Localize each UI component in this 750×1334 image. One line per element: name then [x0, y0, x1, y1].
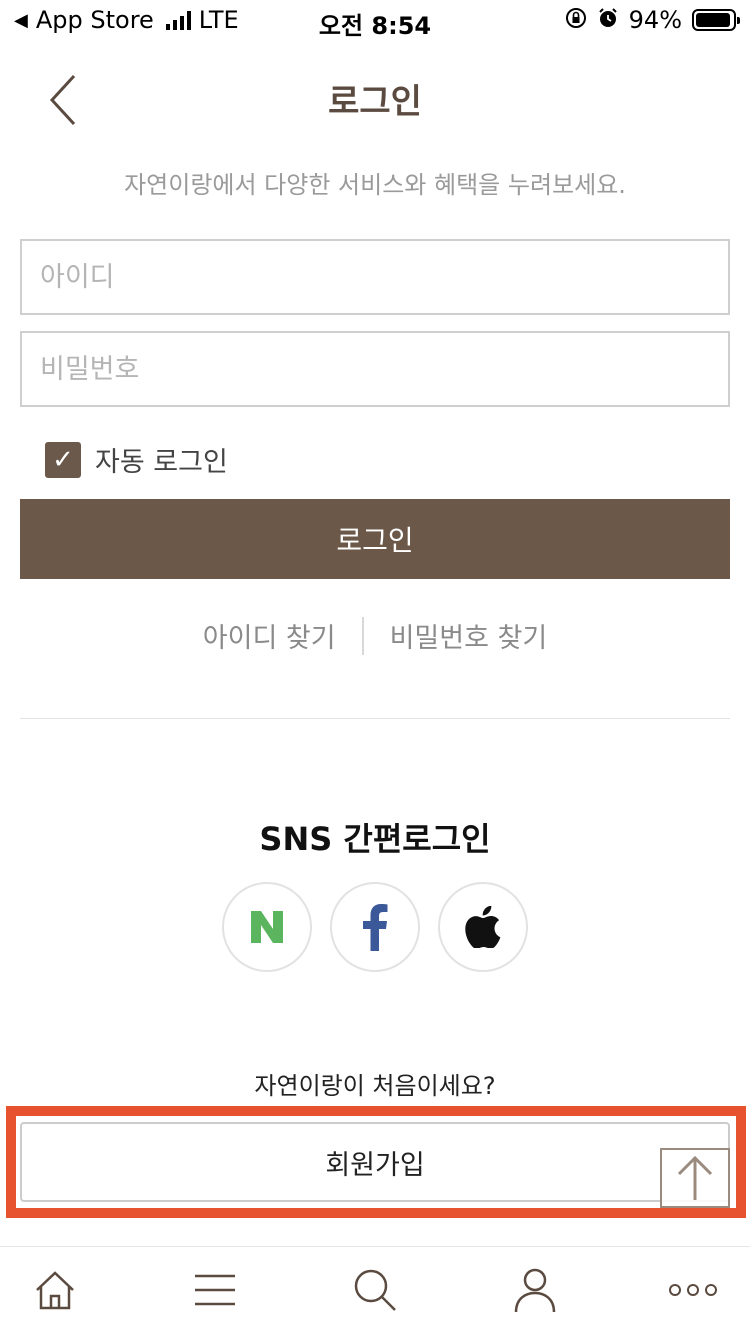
naver-login-button[interactable] [222, 882, 312, 972]
auto-login-checkbox[interactable]: ✓ [45, 441, 81, 478]
user-icon [514, 1268, 556, 1313]
status-right: 94% [565, 6, 740, 34]
nav-menu[interactable] [190, 1265, 240, 1315]
facebook-icon [363, 904, 388, 951]
login-page: ◀ App Store LTE 오전 8:54 94% 로그인 자연이랑에서 다… [0, 0, 750, 1334]
status-bar: ◀ App Store LTE 오전 8:54 94% [0, 0, 750, 42]
nav-account[interactable] [510, 1265, 560, 1315]
auto-login-label[interactable]: 자동 로그인 [95, 440, 228, 479]
search-icon [354, 1269, 396, 1311]
login-button[interactable]: 로그인 [20, 499, 730, 579]
more-icon [669, 1284, 717, 1296]
menu-icon [195, 1274, 235, 1306]
id-input[interactable] [20, 239, 730, 315]
naver-icon [251, 911, 283, 943]
apple-icon [465, 906, 501, 948]
battery-percent: 94% [628, 6, 682, 34]
sns-login-title: SNS 간편로그인 [259, 820, 491, 858]
rotation-lock-icon [565, 7, 587, 34]
sns-login-buttons [0, 882, 750, 972]
find-links-divider [361, 616, 364, 655]
scroll-to-top-button[interactable] [660, 1148, 730, 1208]
auto-login[interactable]: ✓ 자동 로그인 [45, 440, 228, 479]
alarm-icon [597, 7, 619, 34]
apple-login-button[interactable] [438, 882, 528, 972]
nav-home[interactable] [30, 1265, 80, 1315]
signup-prompt: 자연이랑이 처음이세요? [254, 1072, 496, 1100]
facebook-login-button[interactable] [330, 882, 420, 972]
section-divider [20, 718, 730, 719]
find-password-link[interactable]: 비밀번호 찾기 [390, 616, 548, 655]
page-title: 로그인 [328, 82, 422, 122]
nav-search[interactable] [350, 1265, 400, 1315]
find-id-link[interactable]: 아이디 찾기 [203, 616, 336, 655]
find-links: 아이디 찾기 비밀번호 찾기 [0, 616, 750, 655]
signup-button[interactable]: 회원가입 [20, 1122, 730, 1202]
password-input[interactable] [20, 331, 730, 407]
home-icon [36, 1271, 74, 1310]
battery-fill [696, 13, 730, 27]
page-subtitle: 자연이랑에서 다양한 서비스와 혜택을 누려보세요. [124, 171, 626, 199]
checkmark-icon: ✓ [52, 444, 74, 475]
arrow-up-icon [677, 1155, 713, 1200]
battery-icon [692, 9, 740, 31]
nav-more[interactable] [668, 1265, 718, 1315]
bottom-nav [0, 1246, 750, 1334]
